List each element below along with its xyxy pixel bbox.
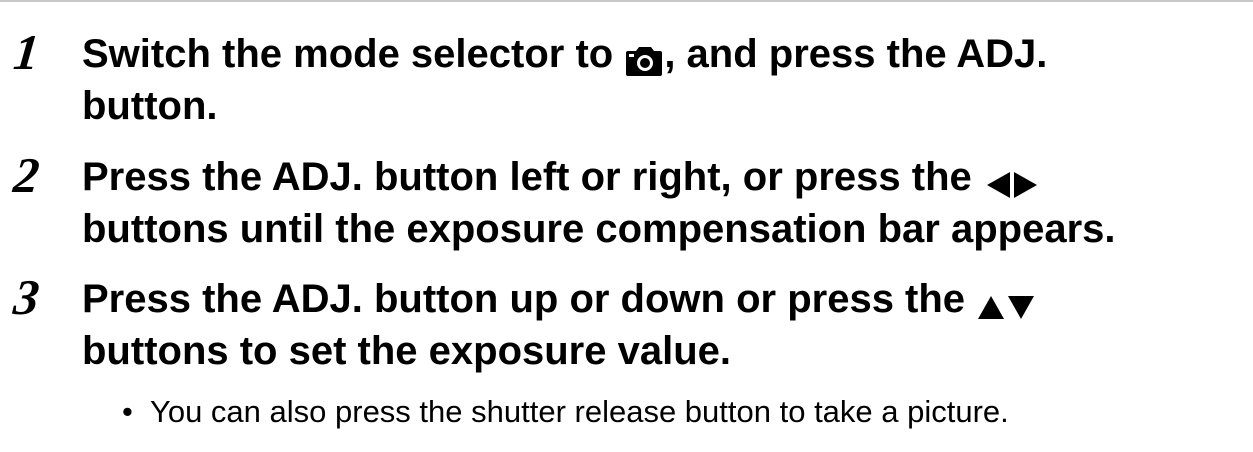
step-text-segment: , and press the ADJ. [664,32,1048,76]
bullet: • [122,394,133,429]
up-down-arrows-icon [976,283,1036,320]
step-text-segment: Switch the mode selector to [82,32,625,76]
step-line-1: Press the ADJ. button up or down or pres… [82,273,1250,325]
step-instruction: Press the ADJ. button left or right, or … [82,151,1250,255]
step-instruction: Switch the mode selector to , and press … [82,28,1250,132]
step-line-2: button. [82,84,218,128]
step-line-1: Switch the mode selector to , and press … [82,28,1250,80]
top-divider [0,0,1253,2]
step-number: 1 [11,24,42,80]
step-number: 2 [11,147,42,203]
camera-icon [624,38,664,76]
step-line-1: Press the ADJ. button left or right, or … [82,151,1250,203]
step-text-segment: Press the ADJ. button left or right, or … [82,155,983,199]
left-right-arrows-icon [983,161,1041,199]
step-text-segment: Press the ADJ. button up or down or pres… [82,277,977,321]
note-text: You can also press the shutter release b… [150,394,1009,429]
step-number: 3 [11,269,42,325]
step-line-2: buttons until the exposure compensation … [82,207,1116,251]
step-instruction: Press the ADJ. button up or down or pres… [82,273,1250,377]
step-line-2: buttons to set the exposure value. [82,329,732,373]
note-item: • You can also press the shutter release … [122,392,1009,432]
